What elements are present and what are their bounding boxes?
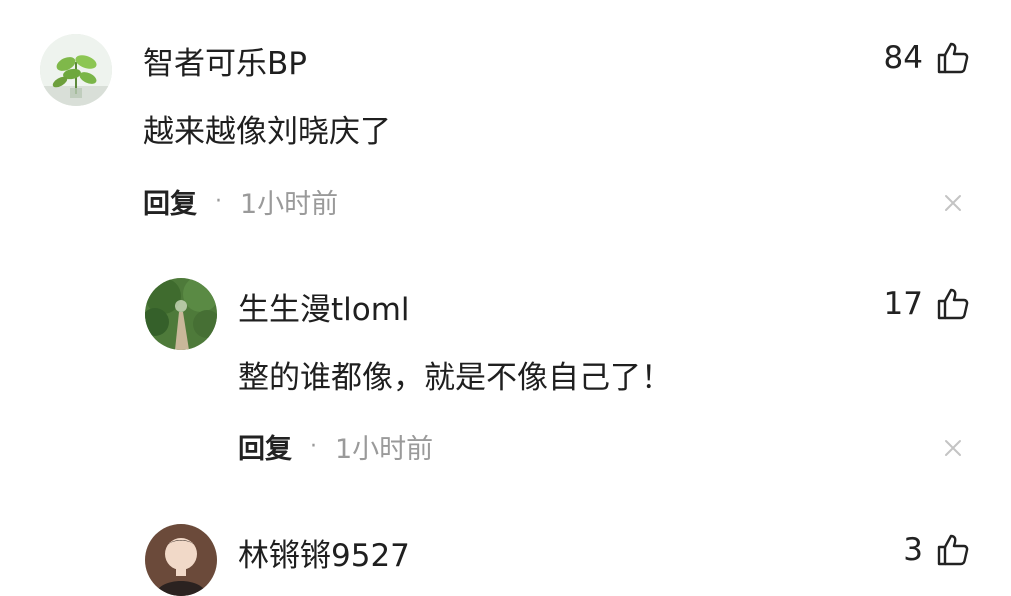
avatar[interactable] [145, 524, 217, 596]
username[interactable]: 林锵锵9527 [238, 530, 410, 575]
like-count: 3 [903, 532, 923, 568]
thumbs-up-icon[interactable] [935, 533, 969, 567]
comment-item: 林锵锵9527 3 [0, 0, 1011, 596]
like-group[interactable]: 3 [903, 530, 969, 570]
person-avatar-image [145, 524, 217, 596]
